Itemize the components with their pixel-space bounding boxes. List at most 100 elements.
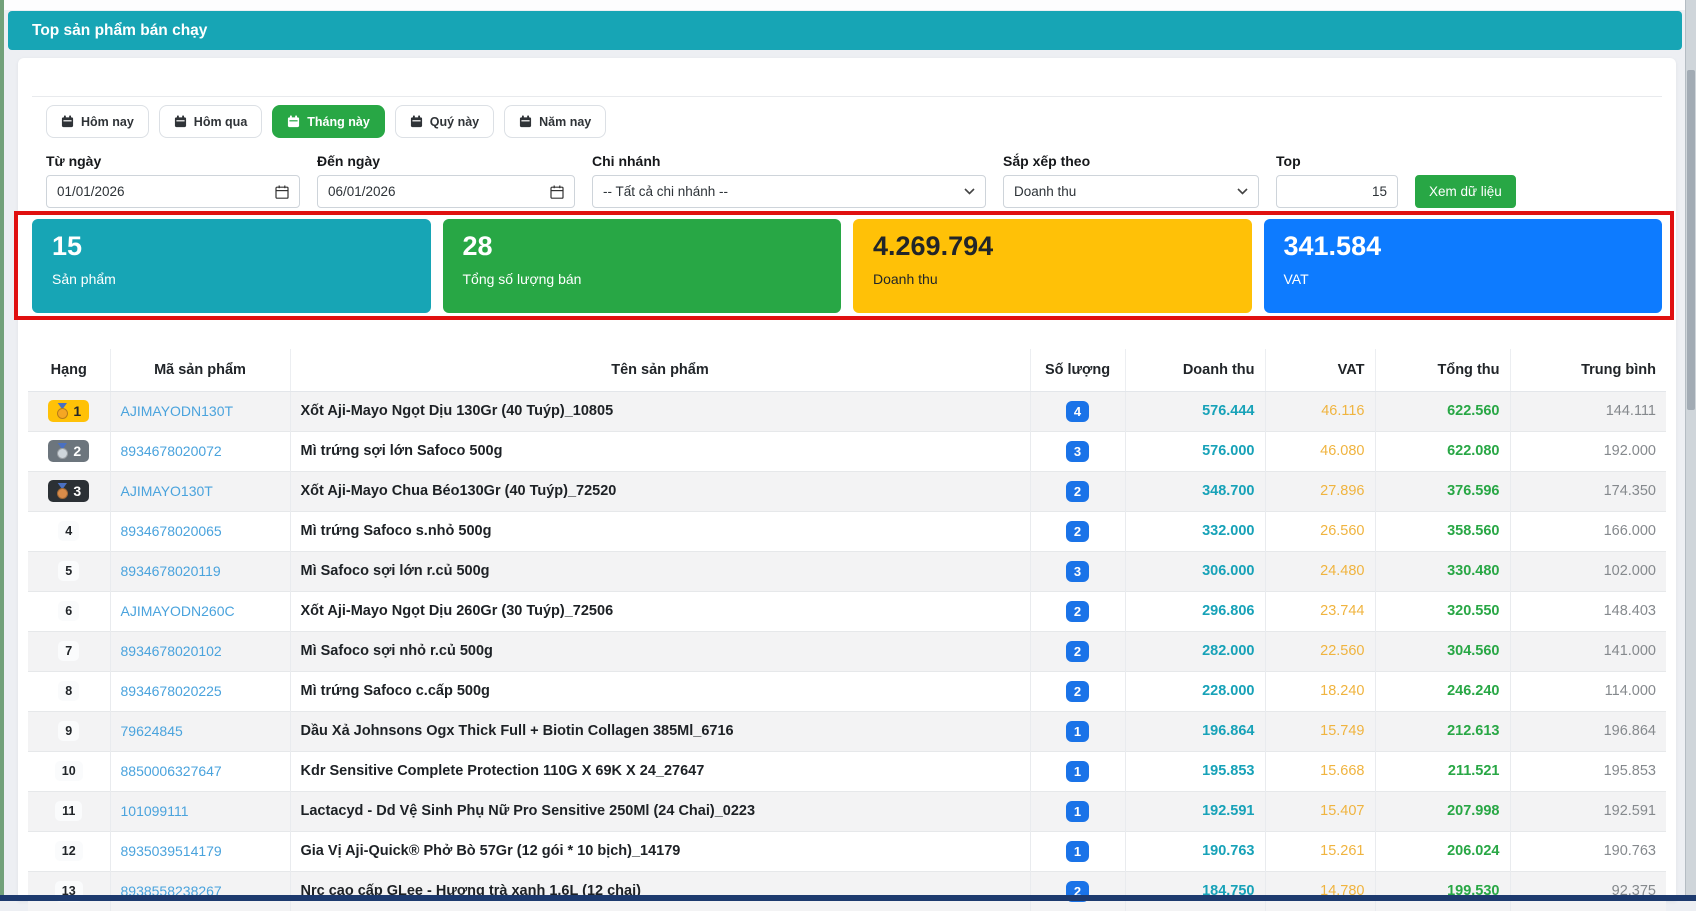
total-cell: 211.521 — [1375, 751, 1510, 791]
vat-cell: 15.261 — [1265, 831, 1375, 871]
quick-filter-label: Hôm qua — [194, 115, 247, 129]
product-code-link[interactable]: 8934678020225 — [121, 683, 222, 699]
rank-cell: 13 — [28, 871, 110, 911]
branch-selected-value: -- Tất cả chi nhánh -- — [603, 184, 728, 199]
product-code-link[interactable]: AJIMAYODN260C — [121, 603, 235, 619]
vat-cell: 24.480 — [1265, 551, 1375, 591]
total-cell: 207.998 — [1375, 791, 1510, 831]
product-code-link[interactable]: 8934678020102 — [121, 643, 222, 659]
qty-badge: 3 — [1066, 441, 1089, 462]
vat-cell: 23.744 — [1265, 591, 1375, 631]
total-cell: 206.024 — [1375, 831, 1510, 871]
rank-badge: 12 — [55, 841, 83, 862]
sort-by-select[interactable]: Doanh thu — [1003, 175, 1259, 208]
total-cell: 199.530 — [1375, 871, 1510, 911]
branch-select[interactable]: -- Tất cả chi nhánh -- — [592, 175, 986, 208]
calendar-icon[interactable] — [550, 185, 564, 199]
scrollbar-thumb[interactable] — [1687, 70, 1695, 410]
quick-filter-this-month-button[interactable]: Tháng này — [272, 105, 385, 138]
vat-cell: 15.668 — [1265, 751, 1375, 791]
stat-label: Tổng số lượng bán — [463, 271, 822, 287]
rank-cell: 7 — [28, 631, 110, 671]
page-title: Top sản phẩm bán chạy — [32, 22, 207, 40]
branch-label: Chi nhánh — [592, 153, 986, 169]
quick-filter-today-button[interactable]: Hôm nay — [46, 105, 149, 138]
qty-badge: 2 — [1066, 481, 1089, 502]
to-date-input[interactable] — [328, 184, 542, 199]
from-date-label: Từ ngày — [46, 153, 300, 169]
revenue-cell: 192.591 — [1125, 791, 1265, 831]
total-cell: 376.596 — [1375, 471, 1510, 511]
qty-badge: 2 — [1066, 641, 1089, 662]
product-name: Xốt Aji-Mayo Ngọt Dịu 260Gr (30 Tuýp)_72… — [290, 591, 1030, 631]
rank-badge: 2 — [48, 440, 89, 462]
calendar-icon[interactable] — [275, 185, 289, 199]
column-header-vat: VAT — [1265, 349, 1375, 391]
rank-number: 3 — [73, 484, 81, 498]
product-name: Nrc cao cấp GLee - Hương trà xanh 1.6L (… — [290, 871, 1030, 911]
stat-card-revenue: 4.269.794 Doanh thu — [853, 219, 1252, 313]
rank-cell: 1 — [28, 391, 110, 431]
table-row: 6 AJIMAYODN260C Xốt Aji-Mayo Ngọt Dịu 26… — [28, 591, 1666, 631]
quick-filter-this-year-button[interactable]: Năm nay — [504, 105, 606, 138]
average-cell: 148.403 — [1510, 591, 1666, 631]
quick-filter-label: Tháng này — [307, 115, 370, 129]
vat-cell: 46.116 — [1265, 391, 1375, 431]
rank-number: 11 — [62, 805, 75, 818]
quick-filter-yesterday-button[interactable]: Hôm qua — [159, 105, 262, 138]
stat-card-vat: 341.584 VAT — [1264, 219, 1663, 313]
qty-badge: 1 — [1066, 841, 1089, 862]
stats-section: 15 Sản phẩm 28 Tổng số lượng bán 4.269.7… — [28, 219, 1666, 313]
rank-cell: 10 — [28, 751, 110, 791]
revenue-cell: 228.000 — [1125, 671, 1265, 711]
product-code-link[interactable]: 8850006327647 — [121, 763, 222, 779]
product-code-link[interactable]: 8935039514179 — [121, 843, 222, 859]
stat-value: 4.269.794 — [873, 231, 1232, 262]
vat-cell: 26.560 — [1265, 511, 1375, 551]
table-row: 2 8934678020072 Mì trứng sợi lớn Safoco … — [28, 431, 1666, 471]
filter-form: Từ ngày Đến ngày Chi nhánh — [46, 153, 1666, 208]
sort-by-label: Sắp xếp theo — [1003, 153, 1259, 169]
product-code-link[interactable]: AJIMAYODN130T — [121, 403, 234, 419]
stat-card-products: 15 Sản phẩm — [32, 219, 431, 313]
product-name: Mì Safoco sợi lớn r.củ 500g — [290, 551, 1030, 591]
product-code-link[interactable]: 8934678020072 — [121, 443, 222, 459]
average-cell: 195.853 — [1510, 751, 1666, 791]
product-code-link[interactable]: AJIMAYO130T — [121, 483, 213, 499]
stat-label: VAT — [1284, 271, 1643, 287]
product-name: Kdr Sensitive Complete Protection 110G X… — [290, 751, 1030, 791]
column-header-total: Tổng thu — [1375, 349, 1510, 391]
revenue-cell: 348.700 — [1125, 471, 1265, 511]
rank-cell: 2 — [28, 431, 110, 471]
stat-value: 341.584 — [1284, 231, 1643, 262]
stat-card-total-qty: 28 Tổng số lượng bán — [443, 219, 842, 313]
rank-cell: 3 — [28, 471, 110, 511]
rank-badge: 8 — [58, 681, 79, 702]
quick-filter-this-quarter-button[interactable]: Quý này — [395, 105, 494, 138]
top-count-input[interactable] — [1287, 184, 1387, 199]
product-code-link[interactable]: 79624845 — [121, 723, 183, 739]
rank-number: 4 — [65, 525, 72, 538]
product-code-link[interactable]: 8934678020065 — [121, 523, 222, 539]
rank-cell: 12 — [28, 831, 110, 871]
total-cell: 246.240 — [1375, 671, 1510, 711]
table-row: 4 8934678020065 Mì trứng Safoco s.nhỏ 50… — [28, 511, 1666, 551]
from-date-input[interactable] — [57, 184, 267, 199]
product-name: Mì Safoco sợi nhỏ r.củ 500g — [290, 631, 1030, 671]
revenue-cell: 576.000 — [1125, 431, 1265, 471]
product-code-link[interactable]: 8934678020119 — [121, 563, 221, 579]
view-data-button[interactable]: Xem dữ liệu — [1415, 175, 1516, 208]
column-header-rank: Hạng — [28, 349, 110, 391]
product-code-link[interactable]: 101099111 — [121, 803, 189, 819]
product-name: Dầu Xả Johnsons Ogx Thick Full + Biotin … — [290, 711, 1030, 751]
quick-filter-label: Quý này — [430, 115, 479, 129]
top-label: Top — [1276, 153, 1398, 169]
revenue-cell: 296.806 — [1125, 591, 1265, 631]
medal-icon — [56, 443, 68, 459]
revenue-cell: 282.000 — [1125, 631, 1265, 671]
rank-number: 12 — [62, 845, 76, 858]
rank-badge: 10 — [55, 761, 83, 782]
page-scrollbar[interactable] — [1685, 0, 1696, 901]
rank-number: 2 — [73, 444, 81, 458]
table-row: 3 AJIMAYO130T Xốt Aji-Mayo Chua Béo130Gr… — [28, 471, 1666, 511]
